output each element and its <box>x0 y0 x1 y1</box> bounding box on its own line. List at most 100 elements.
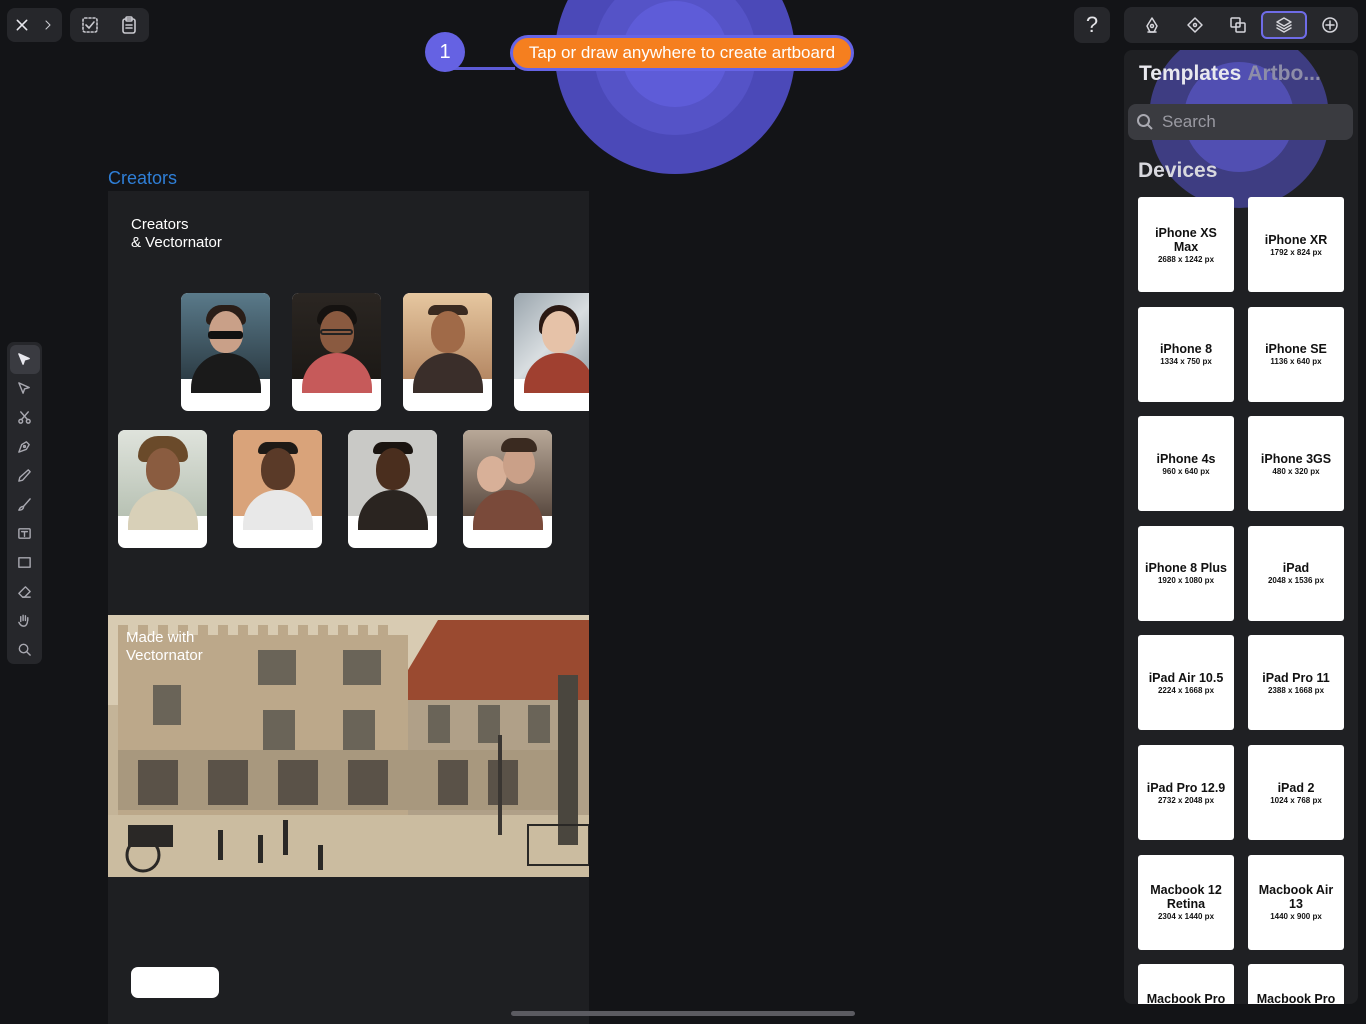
artboard-label[interactable]: Creators <box>108 168 177 189</box>
add-tab[interactable] <box>1310 11 1350 39</box>
search-input[interactable] <box>1162 112 1342 132</box>
artboard[interactable]: Creators & Vectornator Made with Vectorn… <box>108 191 589 1024</box>
scissors-tool[interactable] <box>10 403 40 432</box>
rectangle-tool[interactable] <box>10 548 40 577</box>
pen-tool[interactable] <box>10 432 40 461</box>
pencil-icon <box>18 469 31 482</box>
device-name: iPhone 4s <box>1156 451 1216 466</box>
device-name: iPhone SE <box>1265 342 1327 357</box>
device-template-card[interactable]: Macbook Air 13 1440 x 900 px <box>1248 854 1344 950</box>
pencil-tool[interactable] <box>10 461 40 490</box>
paste-button[interactable] <box>110 8 150 42</box>
layers-icon <box>1276 17 1292 33</box>
creator-card <box>348 430 437 548</box>
device-name: Macbook Pro <box>1256 992 1336 1004</box>
navigation-group <box>7 8 62 42</box>
device-template-card[interactable]: iPad Air 10.5 2224 x 1668 px <box>1138 635 1234 731</box>
device-template-card[interactable]: iPad 2048 x 1536 px <box>1248 525 1344 621</box>
clipboard-icon <box>122 16 137 34</box>
creator-photo <box>118 430 207 530</box>
creator-card <box>181 293 270 411</box>
device-dimensions: 2732 x 2048 px <box>1157 795 1215 805</box>
help-button[interactable]: ? <box>1074 7 1110 43</box>
device-template-card[interactable]: iPhone 8 1334 x 750 px <box>1138 306 1234 402</box>
device-template-card[interactable]: Macbook Pro <box>1248 964 1344 1004</box>
device-dimensions: 2048 x 1536 px <box>1267 576 1325 586</box>
text-tool[interactable] <box>10 519 40 548</box>
pen-nib-icon <box>18 441 30 453</box>
layers-tab[interactable] <box>1261 11 1308 39</box>
device-dimensions: 1334 x 750 px <box>1160 357 1212 367</box>
creator-card <box>514 293 589 411</box>
device-name: Macbook Air 13 <box>1258 883 1334 912</box>
tools-toolbar <box>7 342 42 664</box>
device-name: iPhone XR <box>1264 232 1328 247</box>
add-circle-icon <box>1322 17 1339 33</box>
brush-icon <box>18 498 31 511</box>
forward-button[interactable] <box>37 8 59 42</box>
device-dimensions: 2688 x 1242 px <box>1157 254 1215 264</box>
select-all-button[interactable] <box>70 8 110 42</box>
device-template-card[interactable]: Macbook Pro <box>1138 964 1234 1004</box>
device-dimensions: 1440 x 900 px <box>1270 912 1322 922</box>
close-icon <box>16 19 28 31</box>
hand-tool[interactable] <box>10 606 40 635</box>
creator-photo <box>463 430 552 530</box>
device-name: Macbook 12 Retina <box>1150 883 1222 912</box>
selection-tool[interactable] <box>9 345 40 374</box>
search-bar[interactable] <box>1128 104 1353 140</box>
device-template-card[interactable]: iPhone 8 Plus 1920 x 1080 px <box>1138 525 1234 621</box>
creator-card <box>463 430 552 548</box>
device-name: iPad Pro 11 <box>1262 670 1330 685</box>
creator-card <box>292 293 381 411</box>
create-artboard-hint[interactable]: Tap or draw anywhere to create artboard <box>510 35 854 71</box>
creator-photo <box>348 430 437 530</box>
device-name: iPhone 8 Plus <box>1145 561 1227 576</box>
building-illustration: Made with Vectornator <box>108 615 589 877</box>
artboard-button[interactable] <box>131 967 219 998</box>
path-tab[interactable] <box>1175 11 1215 39</box>
chevron-right-icon <box>45 20 51 30</box>
tab-artboards[interactable]: Artbo... <box>1247 62 1321 85</box>
banner-title: Made with Vectornator <box>126 629 203 664</box>
close-button[interactable] <box>7 8 37 42</box>
device-template-card[interactable]: iPhone SE 1136 x 640 px <box>1248 306 1344 402</box>
edit-group <box>70 8 149 42</box>
device-dimensions: 2224 x 1668 px <box>1157 685 1215 695</box>
hand-icon <box>18 614 29 627</box>
creator-photo <box>292 293 381 393</box>
tab-templates[interactable]: Templates <box>1139 62 1241 85</box>
device-dimensions: 1920 x 1080 px <box>1157 576 1215 586</box>
creator-photo <box>233 430 322 530</box>
style-tab[interactable] <box>1132 11 1172 39</box>
device-template-card[interactable]: Macbook 12 Retina 2304 x 1440 px <box>1138 854 1234 950</box>
device-template-card[interactable]: iPhone 3GS 480 x 320 px <box>1248 416 1344 512</box>
direct-selection-tool[interactable] <box>10 374 40 403</box>
creator-photo <box>514 293 589 393</box>
arrange-tab[interactable] <box>1218 11 1258 39</box>
creator-card <box>118 430 207 548</box>
creator-photo <box>181 293 270 393</box>
device-dimensions: 1024 x 768 px <box>1270 795 1322 805</box>
zoom-tool[interactable] <box>10 635 40 664</box>
device-template-card[interactable]: iPhone 4s 960 x 640 px <box>1138 416 1234 512</box>
artboard-title: Creators & Vectornator <box>131 216 222 251</box>
direct-select-icon <box>18 382 30 394</box>
device-template-card[interactable]: iPad 2 1024 x 768 px <box>1248 745 1344 840</box>
creator-card <box>403 293 492 411</box>
device-dimensions: 2388 x 1668 px <box>1267 685 1325 695</box>
device-name: iPhone XS Max <box>1155 225 1217 254</box>
device-name: iPhone 8 <box>1159 342 1213 357</box>
path-diamond-icon <box>1187 17 1203 33</box>
device-template-card[interactable]: iPad Pro 11 2388 x 1668 px <box>1248 635 1344 731</box>
device-dimensions: 1136 x 640 px <box>1270 357 1322 367</box>
device-template-card[interactable]: iPad Pro 12.9 2732 x 2048 px <box>1138 745 1234 840</box>
scissors-icon <box>18 411 31 424</box>
magnifier-icon <box>18 643 31 656</box>
templates-panel: TemplatesArtbo... Devices iPhone XS Max2… <box>1124 50 1358 1004</box>
brush-tool[interactable] <box>10 490 40 519</box>
device-template-card[interactable]: iPhone XS Max 2688 x 1242 px <box>1138 197 1234 292</box>
device-template-card[interactable]: iPhone XR 1792 x 824 px <box>1248 197 1344 292</box>
device-dimensions: 480 x 320 px <box>1272 466 1320 476</box>
eraser-tool[interactable] <box>10 577 40 606</box>
